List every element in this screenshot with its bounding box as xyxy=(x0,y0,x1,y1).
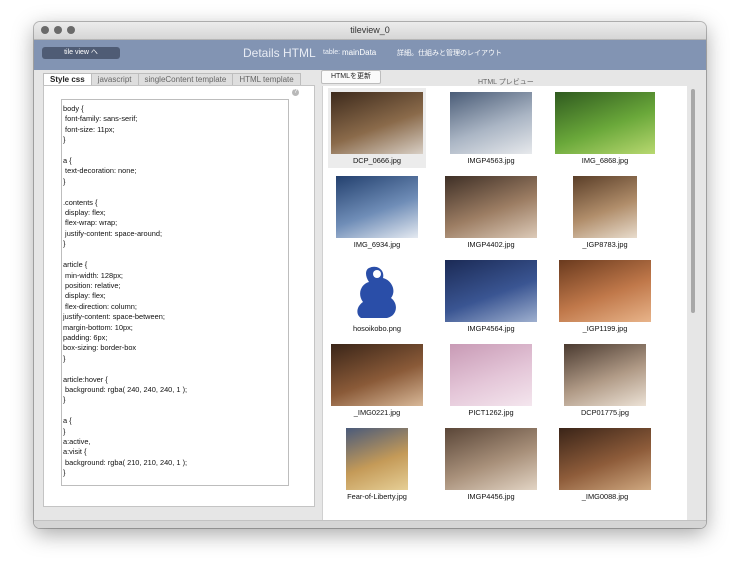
photo-cherry-blossoms-icon xyxy=(450,344,532,406)
tile-filename[interactable]: IMGP4564.jpg xyxy=(442,324,540,333)
preview-tile[interactable]: PICT1262.jpg xyxy=(442,340,540,420)
tile-filename[interactable]: _IGP8783.jpg xyxy=(556,240,654,249)
photo-cat-doorway-icon xyxy=(573,176,637,238)
preview-tile[interactable]: hosoikobo.png xyxy=(328,256,426,336)
tile-filename[interactable]: _IMG0221.jpg xyxy=(328,408,426,417)
photo-cat-closeup-icon xyxy=(331,344,423,406)
tile-thumbnail[interactable] xyxy=(442,260,540,322)
photo-cat-on-table-icon xyxy=(331,92,423,154)
scroll-thumb[interactable] xyxy=(691,89,695,313)
tile-thumbnail[interactable] xyxy=(328,428,426,490)
tile-filename[interactable]: hosoikobo.png xyxy=(328,324,426,333)
preview-tile[interactable]: DCP01775.jpg xyxy=(556,340,654,420)
title-bar: tileview_0 xyxy=(34,22,706,40)
tile-thumbnail[interactable] xyxy=(442,428,540,490)
tile-thumbnail[interactable] xyxy=(442,344,540,406)
tile-thumbnail[interactable] xyxy=(442,92,540,154)
photo-two-cats-icon xyxy=(564,344,646,406)
photo-book-cover-icon xyxy=(346,428,408,490)
main-content: Style css javascript singleContent templ… xyxy=(34,70,706,528)
tile-thumbnail[interactable] xyxy=(556,176,654,238)
preview-tile[interactable]: IMGP4402.jpg xyxy=(442,172,540,252)
tile-thumbnail[interactable] xyxy=(556,428,654,490)
editor-panel: ? body { font-family: sans-serif; font-s… xyxy=(43,85,315,507)
update-html-button[interactable]: HTMLを更新 xyxy=(321,70,381,84)
tile-filename[interactable]: IMGP4456.jpg xyxy=(442,492,540,501)
tile-filename[interactable]: Fear-of-Liberty.jpg xyxy=(328,492,426,501)
tab-single-content-template[interactable]: singleContent template xyxy=(137,73,234,85)
photo-cat-face-icon xyxy=(445,176,537,238)
tile-filename[interactable]: IMG_6934.jpg xyxy=(328,240,426,249)
window-title: tileview_0 xyxy=(350,25,390,35)
preview-tile[interactable]: _IMG0088.jpg xyxy=(556,424,654,504)
header-description: 詳細。仕組みと管理のレイアウト xyxy=(397,50,502,57)
html-preview: DCP_0666.jpg IMGP4563.jpg IMG_6868.jpg IMG_… xyxy=(322,86,687,527)
help-icon[interactable]: ? xyxy=(292,89,299,96)
css-code-text[interactable]: body { font-family: sans-serif; font-siz… xyxy=(62,100,288,479)
photo-cat-face-close-icon xyxy=(445,428,537,490)
tile-filename[interactable]: _IMG0088.jpg xyxy=(556,492,654,501)
tile-filename[interactable]: DCP_0666.jpg xyxy=(328,156,426,165)
window-bottom-bar xyxy=(34,520,706,528)
tile-thumbnail[interactable] xyxy=(555,92,655,154)
tile-filename[interactable]: IMGP4402.jpg xyxy=(442,240,540,249)
photo-cloudy-sky-icon xyxy=(336,176,418,238)
header-bar: tile view へ Details HTML table: mainData… xyxy=(34,40,706,70)
tile-thumbnail[interactable] xyxy=(556,260,654,322)
tile-thumbnail[interactable] xyxy=(328,260,426,322)
preview-tile[interactable]: _IGP1199.jpg xyxy=(556,256,654,336)
photo-evening-sky-icon xyxy=(445,260,537,322)
tile-thumbnail[interactable] xyxy=(442,176,540,238)
preview-tile[interactable]: IMG_6934.jpg xyxy=(328,172,426,252)
preview-tile[interactable]: Fear-of-Liberty.jpg xyxy=(328,424,426,504)
editor-tabs: Style css javascript singleContent templ… xyxy=(43,73,301,85)
photo-sleeping-cat-icon xyxy=(559,260,651,322)
tile-filename[interactable]: PICT1262.jpg xyxy=(442,408,540,417)
tab-style-css[interactable]: Style css xyxy=(43,73,92,85)
preview-tile[interactable]: _IGP8783.jpg xyxy=(556,172,654,252)
app-window: tileview_0 tile view へ Details HTML tabl… xyxy=(34,22,706,528)
preview-tile[interactable]: DCP_0666.jpg xyxy=(328,88,426,168)
tile-thumbnail[interactable] xyxy=(328,176,426,238)
preview-tile[interactable]: IMGP4563.jpg xyxy=(442,88,540,168)
tile-thumbnail[interactable] xyxy=(328,344,426,406)
preview-tile[interactable]: IMGP4564.jpg xyxy=(442,256,540,336)
logo-blue-figure-icon xyxy=(347,260,407,322)
tab-html-template[interactable]: HTML template xyxy=(232,73,301,85)
tile-filename[interactable]: IMGP4563.jpg xyxy=(442,156,540,165)
photo-green-leaves-icon xyxy=(555,92,655,154)
tile-filename[interactable]: DCP01775.jpg xyxy=(556,408,654,417)
tab-javascript[interactable]: javascript xyxy=(90,73,139,85)
photo-clouds-sky-icon xyxy=(450,92,532,154)
preview-tile[interactable]: IMG_6868.jpg xyxy=(555,88,655,168)
preview-scrollbar[interactable] xyxy=(690,89,697,526)
table-key-label: table: xyxy=(323,49,341,56)
page-title: Details HTML xyxy=(243,46,316,60)
photo-cat-sitting-icon xyxy=(559,428,651,490)
tileview-button[interactable]: tile view へ xyxy=(42,47,120,59)
preview-tile[interactable]: _IMG0221.jpg xyxy=(328,340,426,420)
tile-filename[interactable]: IMG_6868.jpg xyxy=(556,156,654,165)
tile-thumbnail[interactable] xyxy=(328,92,426,154)
preview-tile[interactable]: IMGP4456.jpg xyxy=(442,424,540,504)
tile-thumbnail[interactable] xyxy=(556,344,654,406)
table-name: mainData xyxy=(342,48,377,57)
css-code-editor[interactable]: body { font-family: sans-serif; font-siz… xyxy=(61,99,289,486)
tile-filename[interactable]: _IGP1199.jpg xyxy=(556,324,654,333)
